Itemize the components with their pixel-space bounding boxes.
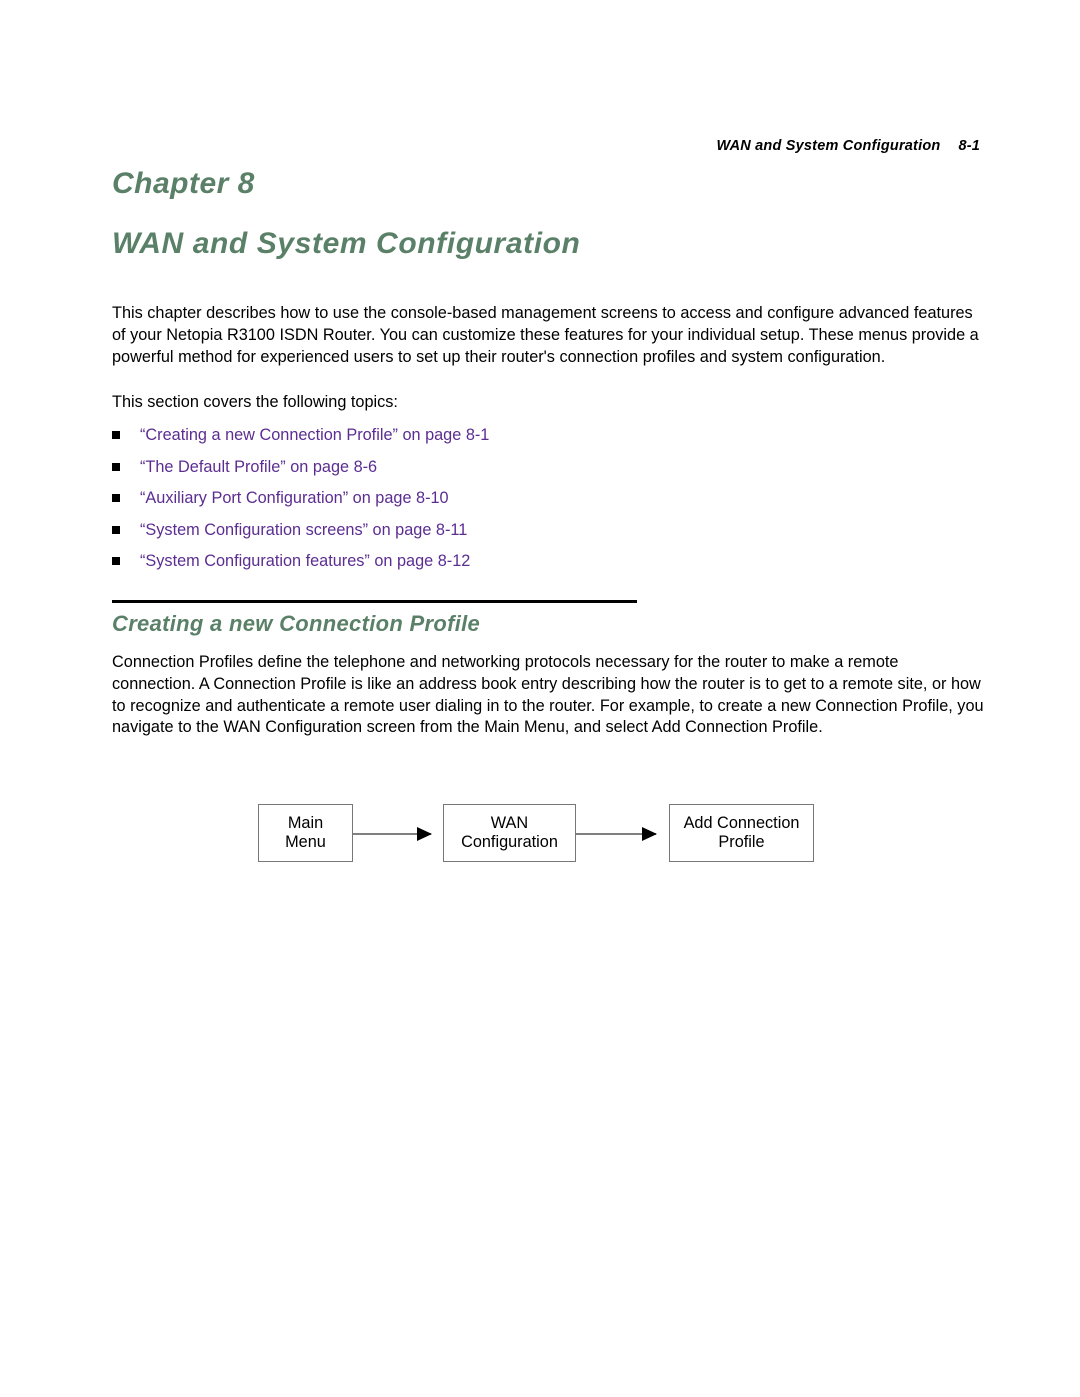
topic-link-label: “Auxiliary Port Configuration” on page 8…: [140, 489, 449, 507]
flow-arrow-icon: [576, 827, 657, 841]
flow-arrow-icon: [353, 827, 432, 841]
running-header-page-number: 8-1: [958, 138, 980, 154]
square-bullet-icon: [112, 525, 120, 534]
flow-box-add-connection-profile: Add Connection Profile: [669, 804, 814, 862]
topic-link-label: “System Configuration screens” on page 8…: [140, 520, 468, 539]
flow-box-main-menu: Main Menu: [258, 804, 353, 862]
document-page: WAN and System Configuration 8-1 Chapter …: [0, 0, 1080, 1397]
flow-box-line2: Menu: [285, 833, 326, 851]
flow-box-wan-configuration: WAN Configuration: [443, 804, 576, 862]
list-item[interactable]: “The Default Profile” on page 8-6: [112, 457, 812, 489]
running-header-title: WAN and System Configuration: [716, 138, 941, 154]
topics-list: “Creating a new Connection Profile” on p…: [112, 425, 812, 583]
square-bullet-icon: [112, 557, 120, 565]
running-header: WAN and System Configuration 8-1: [717, 138, 980, 154]
flow-box-line2: Configuration: [461, 833, 558, 851]
topics-lead-text: This section covers the following topics…: [112, 393, 398, 411]
topic-link-label: “System Configuration features” on page …: [140, 552, 471, 570]
flow-box-line2: Profile: [718, 833, 765, 851]
section-heading: Creating a new Connection Profile: [112, 611, 481, 636]
square-bullet-icon: [112, 462, 120, 471]
topic-link-label: “Creating a new Connection Profile” on p…: [140, 426, 490, 444]
page-title: WAN and System Configuration: [112, 227, 581, 260]
intro-paragraph: This chapter describes how to use the co…: [112, 304, 979, 366]
list-item[interactable]: “System Configuration features” on page …: [112, 551, 812, 583]
flow-box-line1: Main: [287, 813, 324, 832]
flow-box-line1: WAN: [490, 813, 529, 832]
square-bullet-icon: [112, 494, 120, 502]
list-item[interactable]: “Auxiliary Port Configuration” on page 8…: [112, 488, 812, 520]
flow-diagram: Main Menu WAN Configuration Add Connecti…: [255, 798, 825, 873]
square-bullet-icon: [112, 431, 120, 439]
section-paragraph: Connection Profiles define the telephone…: [112, 653, 984, 737]
list-item[interactable]: “System Configuration screens” on page 8…: [112, 520, 812, 552]
list-item[interactable]: “Creating a new Connection Profile” on p…: [112, 425, 812, 457]
chapter-label: Chapter 8: [112, 167, 255, 200]
topic-link-label: “The Default Profile” on page 8-6: [140, 457, 378, 476]
flow-box-line1: Add Connection: [683, 813, 800, 832]
section-divider-rule: [112, 600, 637, 603]
